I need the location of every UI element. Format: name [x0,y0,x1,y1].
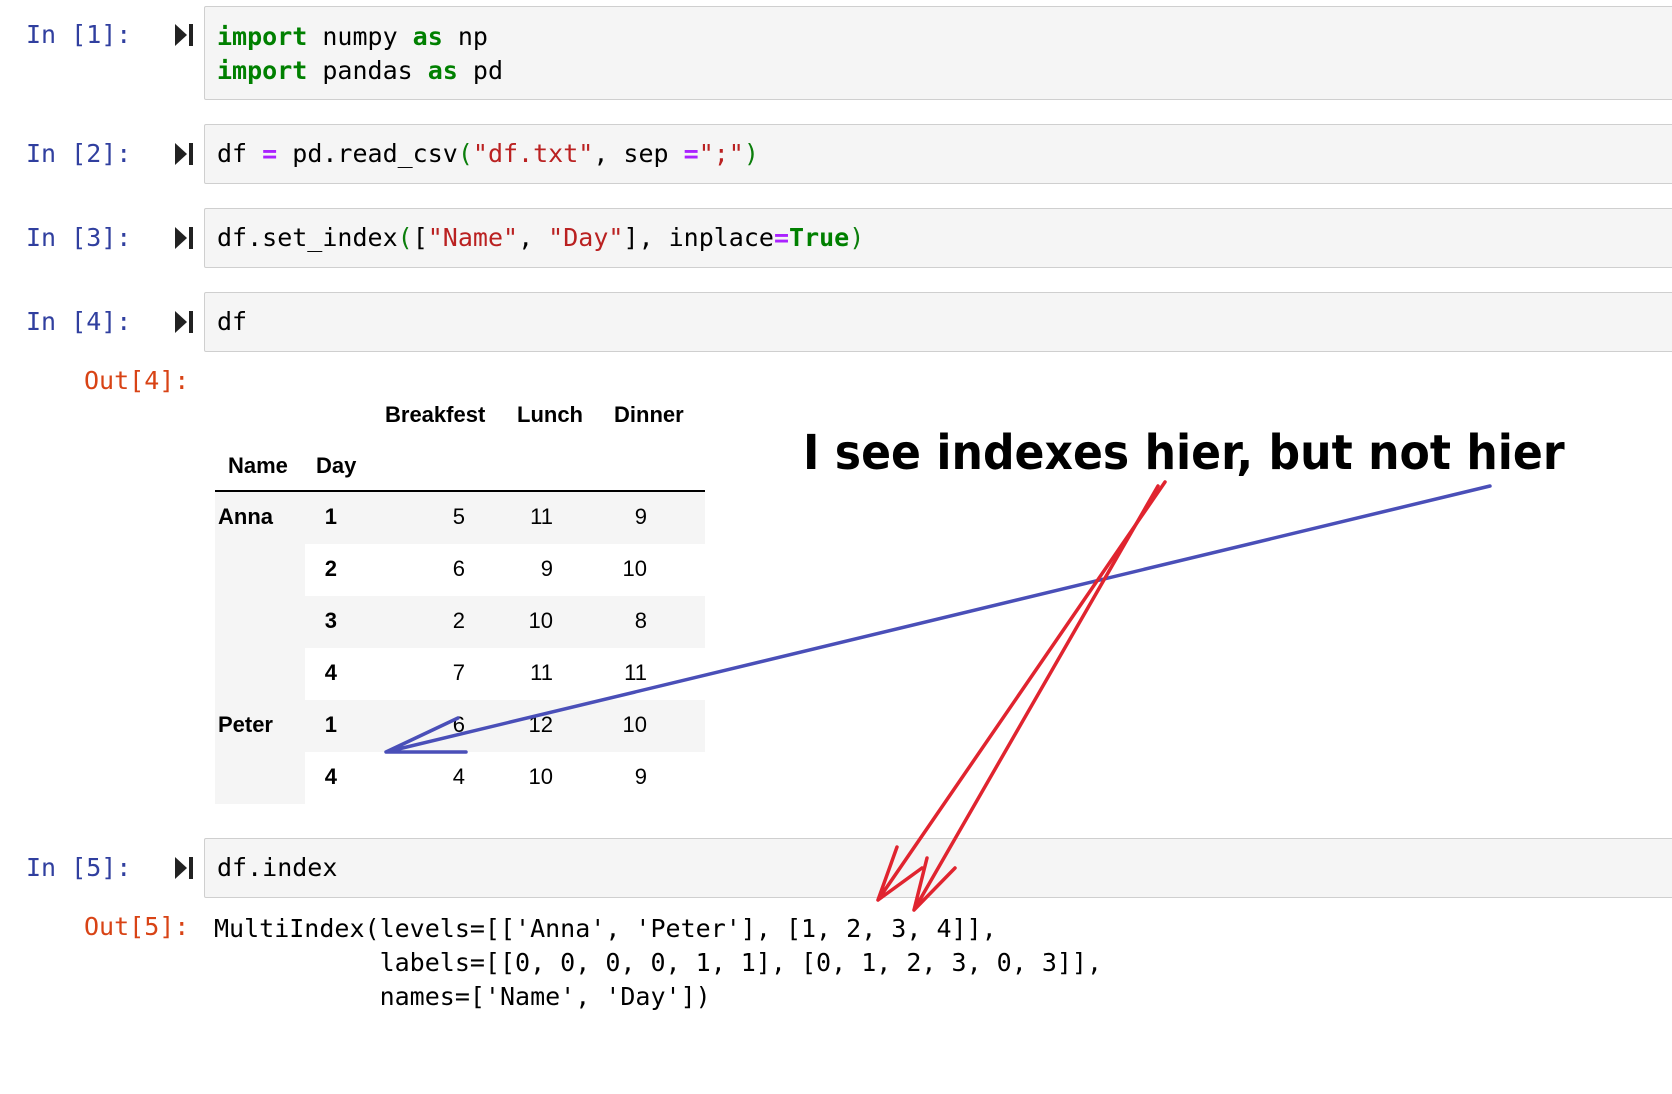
code-token: df [217,307,248,336]
in-prompt-1: In [1]: [26,20,132,49]
code-text-4: df [217,305,247,339]
table-cell: 11 [624,660,647,685]
table-cell: 9 [634,504,647,529]
code-line: import pandas as pd [217,54,503,88]
code-token: , sep [593,139,684,168]
column-header: Dinner [614,402,684,427]
table-cell: 10 [528,608,553,633]
code-token: pandas [307,56,428,85]
in-prompt-4: In [4]: [26,307,132,336]
code-token: = [262,139,278,168]
table-cell: 7 [452,660,465,685]
code-line: import numpy as np [217,20,503,54]
code-text-3: df.set_index(["Name", "Day"], inplace=Tr… [217,221,864,255]
out-prompt-5: Out[5]: [84,912,190,941]
code-token: import [217,56,308,85]
code-token: "Day" [548,223,624,252]
code-cell-4[interactable] [204,292,1672,352]
code-text-2: df = pd.read_csv("df.txt", sep =";") [217,137,759,171]
table-cell: 5 [452,504,465,529]
run-cell-icon[interactable] [173,225,195,251]
code-token: ) [849,223,865,252]
index-name-header: Day [316,453,357,478]
code-token: pd.read_csv [277,139,458,168]
name-index-background [215,492,305,804]
index-name-cell: Anna [218,504,273,529]
index-day-cell: 4 [324,764,337,789]
run-cell-icon[interactable] [173,141,195,167]
code-token: ], inplace [623,223,774,252]
table-cell: 2 [452,608,465,633]
table-cell: 6 [452,712,465,737]
index-day-cell: 1 [324,712,337,737]
in-prompt-5: In [5]: [26,853,132,882]
code-token: = [683,139,699,168]
code-token: "Name" [427,223,519,252]
code-token: "df.txt" [472,139,594,168]
table-cell: 8 [634,608,647,633]
code-line: df.index [217,851,337,885]
table-cell: 10 [622,712,647,737]
index-day-cell: 1 [324,504,337,529]
table-cell: 10 [622,556,647,581]
code-token: ( [457,139,473,168]
table-cell: 9 [634,764,647,789]
table-cell: 4 [452,764,465,789]
in-prompt-2: In [2]: [26,139,132,168]
code-token: pd [457,56,503,85]
code-line: df [217,305,247,339]
code-token: df [217,139,263,168]
code-line: df.set_index(["Name", "Day"], inplace=Tr… [217,221,864,255]
index-day-cell: 4 [324,660,337,685]
code-token: [ [412,223,428,252]
code-token: ( [397,223,413,252]
code-token: as [412,22,443,51]
table-cell: 6 [452,556,465,581]
code-text-5: df.index [217,851,337,885]
code-token: ";" [698,139,744,168]
out-prompt-4: Out[4]: [84,366,190,395]
code-token: df.set_index [217,223,398,252]
code-token: , [518,223,549,252]
code-token: as [427,56,458,85]
index-name-header: Name [228,453,288,478]
column-header: Breakfest [385,402,486,427]
table-cell: 9 [540,556,553,581]
multiindex-output: MultiIndex(levels=[['Anna', 'Peter'], [1… [214,914,1103,1011]
code-token: ) [743,139,759,168]
code-token: = [773,223,790,252]
table-cell: 11 [530,660,553,685]
code-token: import [217,22,308,51]
table-cell: 12 [528,712,553,737]
column-header: Lunch [517,402,583,427]
index-day-cell: 2 [324,556,337,581]
annotation-text: I see indexes hier, but not hier [803,425,1565,481]
code-text-1: import numpy as np import pandas as pd [217,20,503,88]
code-cell-5[interactable] [204,838,1672,898]
run-cell-icon[interactable] [173,22,195,48]
index-day-cell: 3 [324,608,337,633]
table-cell: 10 [528,764,553,789]
table-cell: 11 [530,504,553,529]
header-divider [215,490,705,492]
in-prompt-3: In [3]: [26,223,132,252]
code-token: True [789,223,850,252]
run-cell-icon[interactable] [173,309,195,335]
code-line: df = pd.read_csv("df.txt", sep =";") [217,137,759,171]
dataframe-output: Breakfest Lunch Dinner Name Day Anna 1 5 11… [215,390,705,810]
index-name-cell: Peter [217,712,273,737]
code-token: df.index [217,853,338,882]
run-cell-icon[interactable] [173,855,195,881]
code-token: numpy [307,22,413,51]
code-token: np [442,22,488,51]
